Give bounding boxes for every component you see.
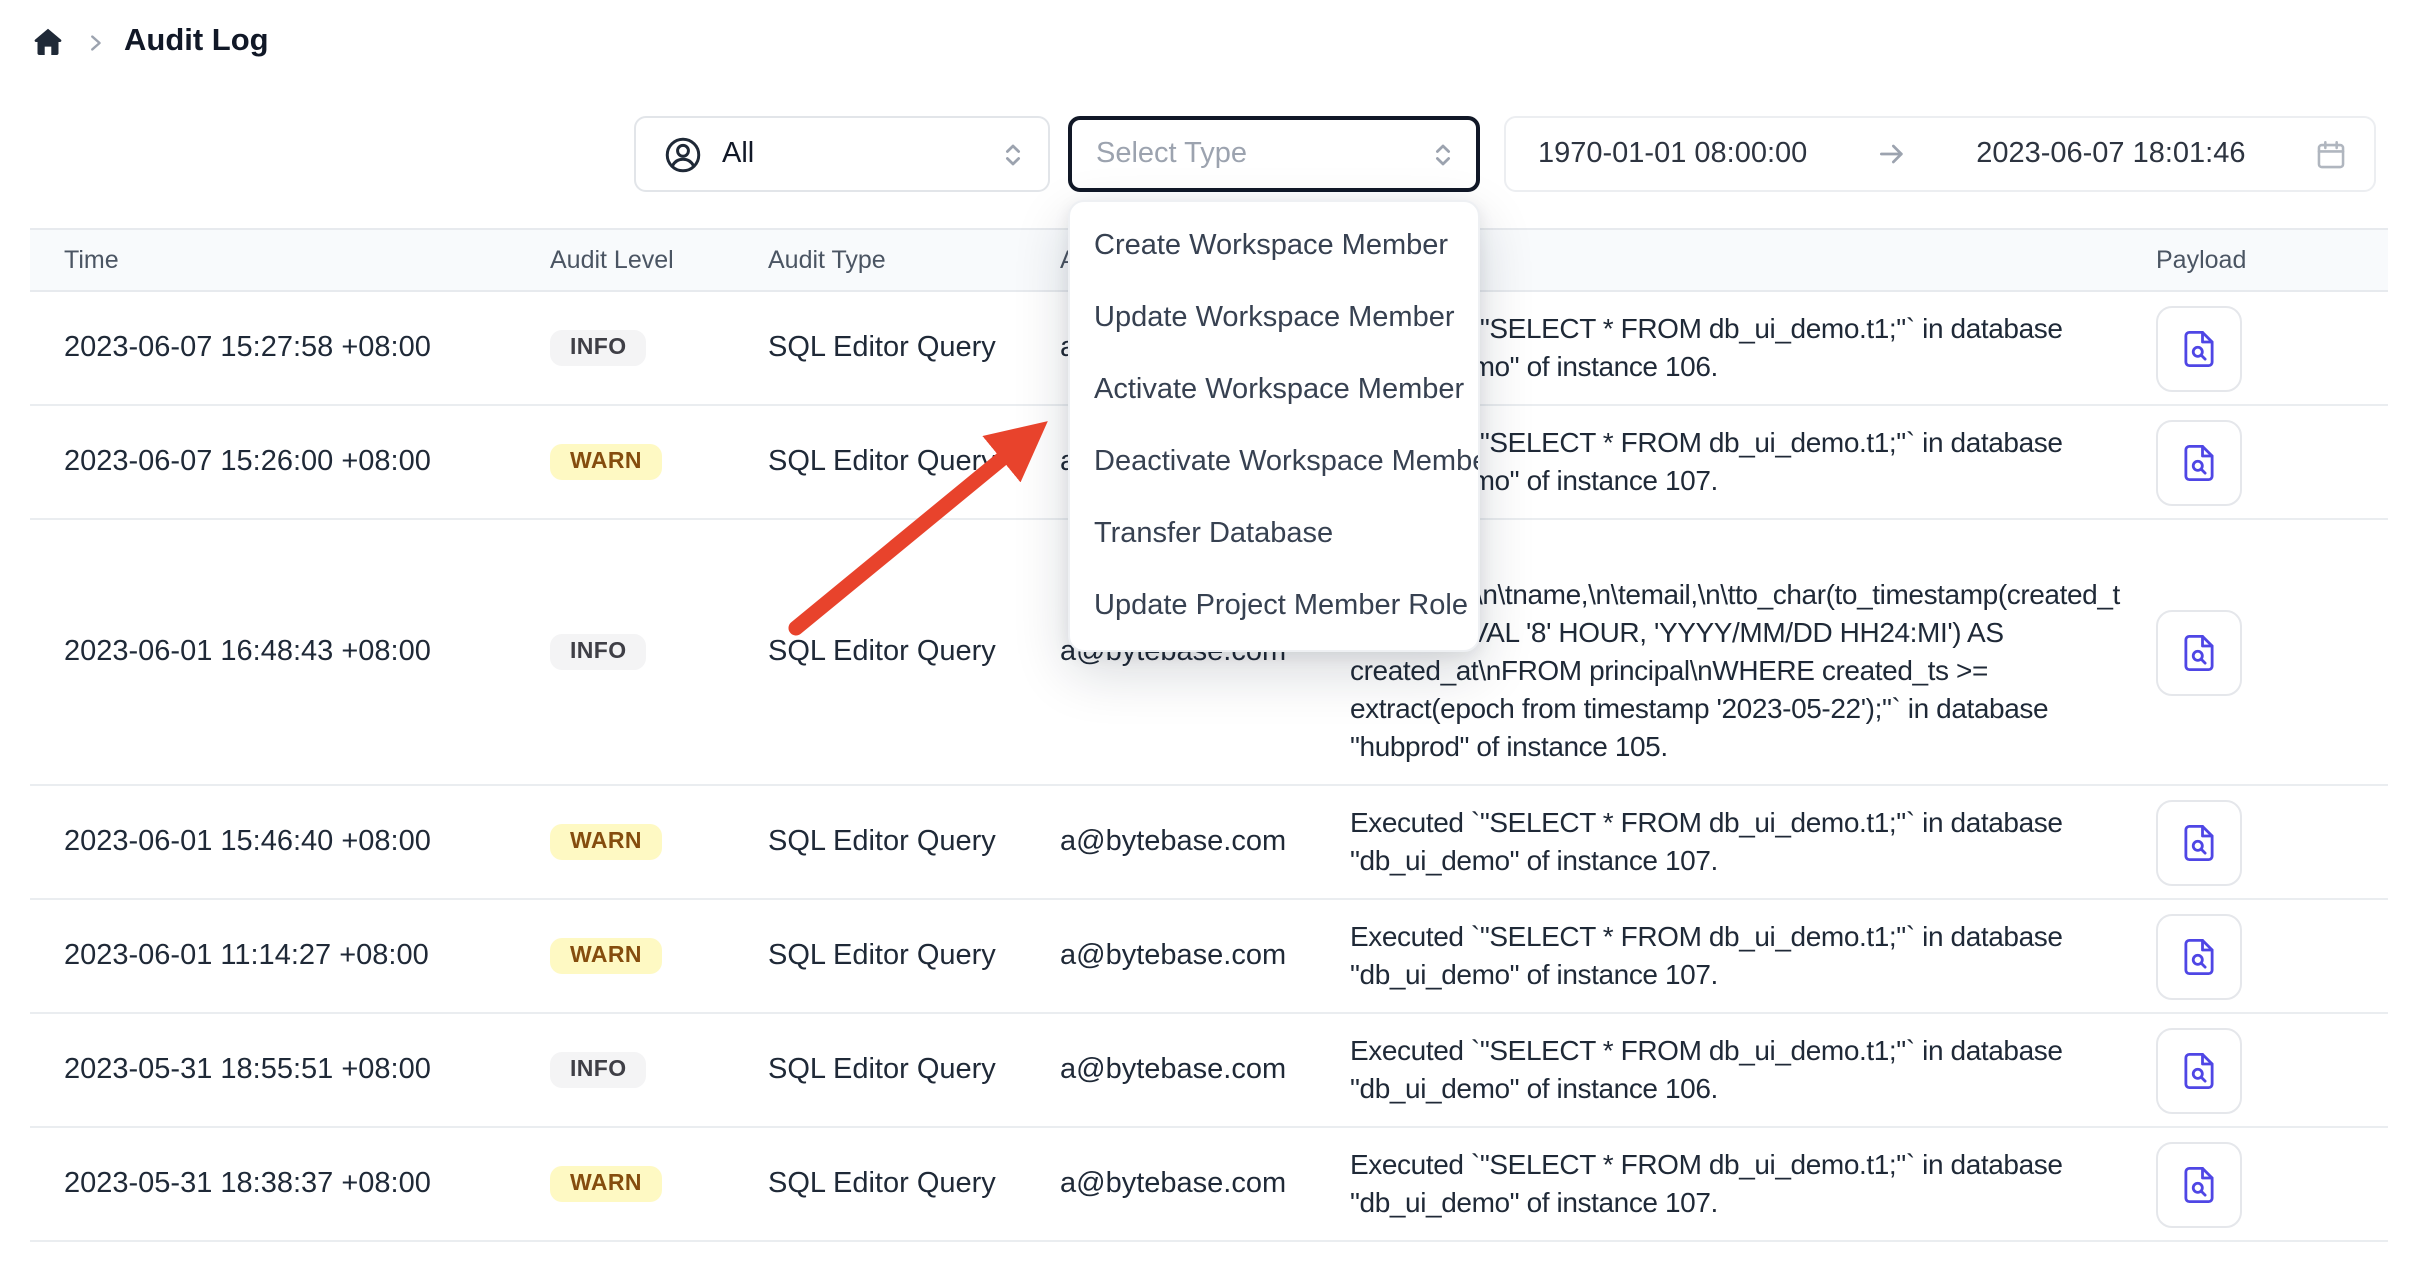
audit-time: 2023-05-31 18:38:37 +08:00 [64, 1168, 550, 1200]
audit-time: 2023-05-31 18:55:51 +08:00 [64, 1054, 550, 1086]
home-icon[interactable] [30, 24, 66, 60]
audit-level-cell: INFO [550, 1052, 768, 1088]
audit-level-badge: INFO [550, 330, 647, 366]
page-title: Audit Log [124, 24, 269, 60]
audit-time: 2023-06-07 15:27:58 +08:00 [64, 332, 550, 364]
audit-level-badge: WARN [550, 824, 662, 860]
scope-select-value: All [722, 138, 980, 170]
audit-level-cell: WARN [550, 824, 768, 860]
audit-actor: a@bytebase.com [1060, 1054, 1350, 1086]
table-row: 2023-06-01 15:46:40 +08:00 WARN SQL Edit… [30, 786, 2388, 900]
date-range-end: 2023-06-07 18:01:46 [1976, 138, 2245, 170]
table-row: 2023-05-31 18:38:37 +08:00 WARN SQL Edit… [30, 1128, 2388, 1242]
view-payload-button[interactable] [2156, 305, 2242, 391]
audit-type: SQL Editor Query [768, 446, 1060, 478]
audit-type: SQL Editor Query [768, 940, 1060, 972]
user-circle-icon [662, 133, 704, 175]
file-search-icon [2178, 327, 2220, 369]
audit-actor: a@bytebase.com [1060, 1168, 1350, 1200]
view-payload-button[interactable] [2156, 799, 2242, 885]
payload-cell [2156, 913, 2388, 999]
audit-type: SQL Editor Query [768, 636, 1060, 668]
payload-cell [2156, 799, 2388, 885]
payload-cell [2156, 305, 2388, 391]
dropdown-option[interactable]: Update Project Member Role [1070, 570, 1478, 642]
file-search-icon [2178, 631, 2220, 673]
header-time: Time [64, 246, 550, 274]
audit-level-cell: WARN [550, 938, 768, 974]
audit-level-badge: WARN [550, 938, 662, 974]
dropdown-option[interactable]: Update Workspace Member [1070, 282, 1478, 354]
audit-log-page: Audit Log All Select Type 1970-01-01 08:… [0, 0, 2410, 1268]
view-payload-button[interactable] [2156, 1141, 2242, 1227]
calendar-icon[interactable] [2314, 137, 2348, 171]
header-audit-level: Audit Level [550, 246, 768, 274]
breadcrumb-chevron-icon [84, 31, 106, 53]
audit-type: SQL Editor Query [768, 1168, 1060, 1200]
audit-actor: a@bytebase.com [1060, 940, 1350, 972]
dropdown-option[interactable]: Deactivate Workspace Member [1070, 426, 1478, 498]
file-search-icon [2178, 1163, 2220, 1205]
audit-level-cell: WARN [550, 1166, 768, 1202]
dropdown-option[interactable]: Create Workspace Member [1070, 210, 1478, 282]
audit-time: 2023-06-07 15:26:00 +08:00 [64, 446, 550, 478]
audit-level-badge: INFO [550, 1052, 647, 1088]
file-search-icon [2178, 935, 2220, 977]
date-range-start: 1970-01-01 08:00:00 [1538, 138, 1807, 170]
view-payload-button[interactable] [2156, 419, 2242, 505]
file-search-icon [2178, 1049, 2220, 1091]
audit-level-badge: INFO [550, 634, 647, 670]
audit-comment: Executed `"SELECT * FROM db_ui_demo.t1;"… [1350, 900, 2156, 1012]
type-select-placeholder: Select Type [1096, 138, 1428, 170]
payload-cell [2156, 419, 2388, 505]
audit-level-cell: INFO [550, 634, 768, 670]
view-payload-button[interactable] [2156, 609, 2242, 695]
header-payload: Payload [2156, 246, 2388, 274]
audit-level-badge: WARN [550, 1166, 662, 1202]
audit-type: SQL Editor Query [768, 332, 1060, 364]
file-search-icon [2178, 821, 2220, 863]
audit-comment: Executed `"SELECT * FROM db_ui_demo.t1;"… [1350, 1128, 2156, 1240]
audit-level-cell: WARN [550, 444, 768, 480]
audit-comment: Executed `"SELECT * FROM db_ui_demo.t1;"… [1350, 1014, 2156, 1126]
audit-time: 2023-06-01 11:14:27 +08:00 [64, 940, 550, 972]
select-chevrons-icon [998, 139, 1028, 169]
breadcrumb: Audit Log [30, 24, 269, 60]
date-range-picker[interactable]: 1970-01-01 08:00:00 2023-06-07 18:01:46 [1504, 116, 2376, 192]
audit-type: SQL Editor Query [768, 826, 1060, 858]
table-row: 2023-05-31 18:55:51 +08:00 INFO SQL Edit… [30, 1014, 2388, 1128]
view-payload-button[interactable] [2156, 913, 2242, 999]
audit-time: 2023-06-01 15:46:40 +08:00 [64, 826, 550, 858]
dropdown-option[interactable]: Activate Workspace Member [1070, 354, 1478, 426]
audit-level-cell: INFO [550, 330, 768, 366]
arrow-right-icon [1876, 138, 1908, 170]
audit-comment: Executed `"SELECT * FROM db_ui_demo.t1;"… [1350, 786, 2156, 898]
actor-scope-select[interactable]: All [634, 116, 1050, 192]
select-chevrons-icon [1428, 139, 1458, 169]
view-payload-button[interactable] [2156, 1027, 2242, 1113]
audit-time: 2023-06-01 16:48:43 +08:00 [64, 636, 550, 668]
dropdown-option[interactable]: Transfer Database [1070, 498, 1478, 570]
payload-cell [2156, 1141, 2388, 1227]
audit-type: SQL Editor Query [768, 1054, 1060, 1086]
table-row: 2023-06-01 11:14:27 +08:00 WARN SQL Edit… [30, 900, 2388, 1014]
type-select-dropdown: Create Workspace Member Update Workspace… [1068, 200, 1480, 652]
payload-cell [2156, 609, 2388, 695]
file-search-icon [2178, 441, 2220, 483]
audit-level-badge: WARN [550, 444, 662, 480]
header-audit-type: Audit Type [768, 246, 1060, 274]
payload-cell [2156, 1027, 2388, 1113]
audit-actor: a@bytebase.com [1060, 826, 1350, 858]
audit-type-select[interactable]: Select Type [1068, 116, 1480, 192]
